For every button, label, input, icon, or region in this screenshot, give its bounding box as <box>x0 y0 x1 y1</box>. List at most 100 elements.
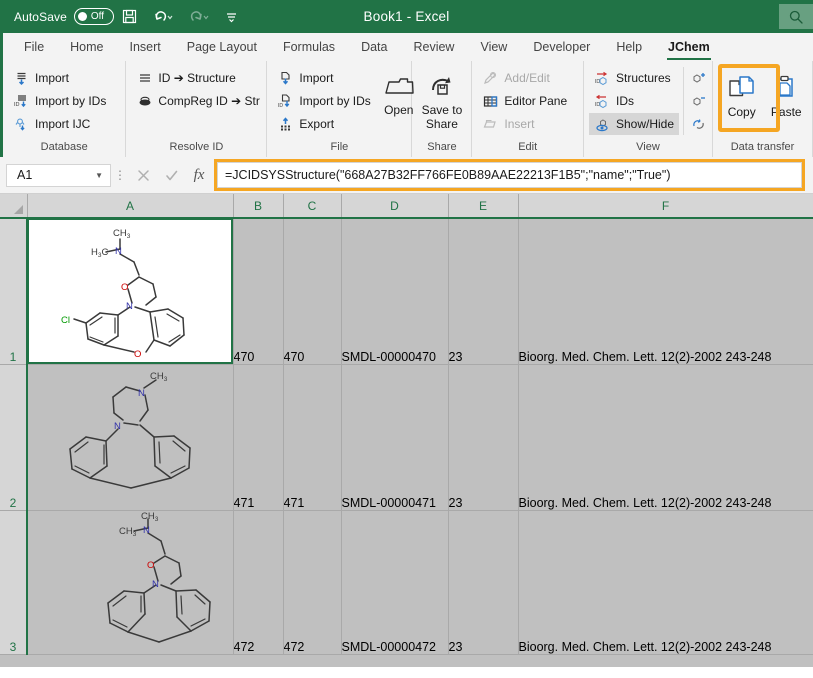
cell-f3[interactable]: Bioorg. Med. Chem. Lett. 12(2)-2002 243-… <box>518 510 813 655</box>
cancel-icon[interactable] <box>129 164 157 187</box>
column-header-row: A B C D E F <box>0 194 813 219</box>
column-header-f[interactable]: F <box>518 194 813 219</box>
redo-icon[interactable] <box>182 3 216 31</box>
customize-quick-access-toolbar-icon[interactable] <box>218 3 246 31</box>
structure-image-a3[interactable]: CH3 N CH3 O N <box>27 510 234 655</box>
cell-f2[interactable]: Bioorg. Med. Chem. Lett. 12(2)-2002 243-… <box>518 364 813 511</box>
tab-formulas[interactable]: Formulas <box>270 33 348 61</box>
cell-c2[interactable]: 471 <box>283 364 342 511</box>
file-import-icon <box>277 70 294 87</box>
atom-label-ch3: CH3 <box>113 228 131 240</box>
cell-b3[interactable]: 472 <box>233 510 284 655</box>
undo-icon[interactable] <box>146 3 180 31</box>
zoom-out-structure-button[interactable] <box>688 90 710 112</box>
svg-text:ID: ID <box>278 103 283 109</box>
zoom-out-structure-icon <box>691 93 708 110</box>
file-import-by-ids-button[interactable]: ID Import by IDs <box>272 90 375 112</box>
select-all-corner[interactable] <box>0 194 28 219</box>
cell-c1[interactable]: 470 <box>283 218 342 365</box>
file-export-button[interactable]: Export <box>272 113 375 135</box>
show-structures-icon: ID <box>594 70 611 87</box>
formula-bar-grip[interactable]: ⋮ <box>111 168 129 182</box>
cell-e2[interactable]: 23 <box>448 364 519 511</box>
molecule-drawing-1: CH3 N H3C O N Cl O <box>61 228 185 360</box>
zoom-in-structure-icon <box>691 70 708 87</box>
editor-pane-button[interactable]: Editor Pane <box>477 90 572 112</box>
row-header-1[interactable]: 1 <box>0 218 28 365</box>
ribbon-group-data-transfer: Copy Paste Data transfer <box>713 61 813 157</box>
cell-d1[interactable]: SMDL-00000470 <box>341 218 449 365</box>
insert-function-icon[interactable]: fx <box>185 164 213 187</box>
cell-f1[interactable]: Bioorg. Med. Chem. Lett. 12(2)-2002 243-… <box>518 218 813 365</box>
molecule-drawing-3: CH3 N CH3 O N <box>107 511 211 643</box>
column-header-c[interactable]: C <box>283 194 342 219</box>
atom-label-o-ring: O <box>121 282 128 293</box>
row-header-2[interactable]: 2 <box>0 364 28 511</box>
column-header-b[interactable]: B <box>233 194 284 219</box>
show-ids-icon: ID <box>594 93 611 110</box>
save-icon[interactable] <box>116 3 144 31</box>
title-bar: AutoSave Off Book1 - Excel <box>0 0 813 33</box>
tab-home[interactable]: Home <box>57 33 116 61</box>
add-edit-button[interactable]: Add/Edit <box>477 67 572 89</box>
autosave-toggle[interactable]: Off <box>73 8 114 25</box>
cell-e1[interactable]: 23 <box>448 218 519 365</box>
refresh-structure-button[interactable] <box>688 113 710 135</box>
insert-button[interactable]: Insert <box>477 113 572 135</box>
editor-pane-icon <box>482 93 499 110</box>
ribbon-group-edit-title: Edit <box>518 141 538 153</box>
column-header-e[interactable]: E <box>448 194 519 219</box>
atom-label-o-ring: O <box>147 560 154 571</box>
cell-e3[interactable]: 23 <box>448 510 519 655</box>
copy-button[interactable]: Copy <box>718 69 765 120</box>
ribbon-group-share-title: Share <box>427 141 457 153</box>
tab-jchem[interactable]: JChem <box>655 33 723 61</box>
zoom-in-structure-button[interactable] <box>688 67 710 89</box>
compreg-id-to-structure-button[interactable]: CompReg ID ➔ Str <box>131 90 264 112</box>
show-structures-button[interactable]: ID Structures <box>589 67 679 89</box>
column-header-a[interactable]: A <box>27 194 234 219</box>
tab-file[interactable]: File <box>11 33 57 61</box>
cell-b1[interactable]: 470 <box>233 218 284 365</box>
cell-d2[interactable]: SMDL-00000471 <box>341 364 449 511</box>
search-icon[interactable] <box>779 4 813 29</box>
import-ijc-button[interactable]: Import IJC <box>8 113 111 135</box>
chevron-down-icon[interactable]: ▼ <box>95 171 103 180</box>
tab-page-layout[interactable]: Page Layout <box>174 33 270 61</box>
row-header-3[interactable]: 3 <box>0 510 28 655</box>
file-import-button[interactable]: Import <box>272 67 375 89</box>
show-ids-button[interactable]: ID IDs <box>589 90 679 112</box>
open-button[interactable]: Open <box>382 67 416 118</box>
column-header-d[interactable]: D <box>341 194 449 219</box>
name-box[interactable]: A1 ▼ <box>6 163 111 187</box>
ribbon-group-view: ID Structures ID IDs Show/Hide View <box>584 61 713 157</box>
import-ijc-icon <box>13 116 30 133</box>
tab-insert[interactable]: Insert <box>117 33 174 61</box>
tab-data[interactable]: Data <box>348 33 400 61</box>
structure-image-a1[interactable]: CH3 N H3C O N Cl O <box>27 218 234 365</box>
insert-label: Insert <box>504 117 535 131</box>
import-button[interactable]: Import <box>8 67 111 89</box>
atom-label-n-ring: N <box>126 301 133 312</box>
confirm-icon[interactable] <box>157 164 185 187</box>
structure-image-a2[interactable]: CH3 N N <box>27 364 234 511</box>
paste-icon <box>771 72 801 106</box>
show-hide-button[interactable]: Show/Hide <box>589 113 680 135</box>
formula-input[interactable]: =JCIDSYSStructure("668A27B32FF766FE0B89A… <box>214 159 805 191</box>
import-icon <box>13 70 30 87</box>
tab-view[interactable]: View <box>467 33 520 61</box>
tab-help[interactable]: Help <box>603 33 655 61</box>
tab-developer[interactable]: Developer <box>520 33 603 61</box>
id-to-structure-button[interactable]: ID ➔ Structure <box>131 67 264 89</box>
show-hide-eye-icon <box>594 116 611 133</box>
cell-b2[interactable]: 471 <box>233 364 284 511</box>
import-by-ids-button[interactable]: ID Import by IDs <box>8 90 111 112</box>
tab-review[interactable]: Review <box>400 33 467 61</box>
cell-c3[interactable]: 472 <box>283 510 342 655</box>
autosave-label: AutoSave <box>14 9 67 24</box>
atom-label-n-ring: N <box>152 579 159 590</box>
paste-button[interactable]: Paste <box>765 69 807 120</box>
save-to-share-button[interactable]: Save to Share <box>417 67 466 132</box>
cell-d3[interactable]: SMDL-00000472 <box>341 510 449 655</box>
import-ijc-label: Import IJC <box>35 117 91 131</box>
